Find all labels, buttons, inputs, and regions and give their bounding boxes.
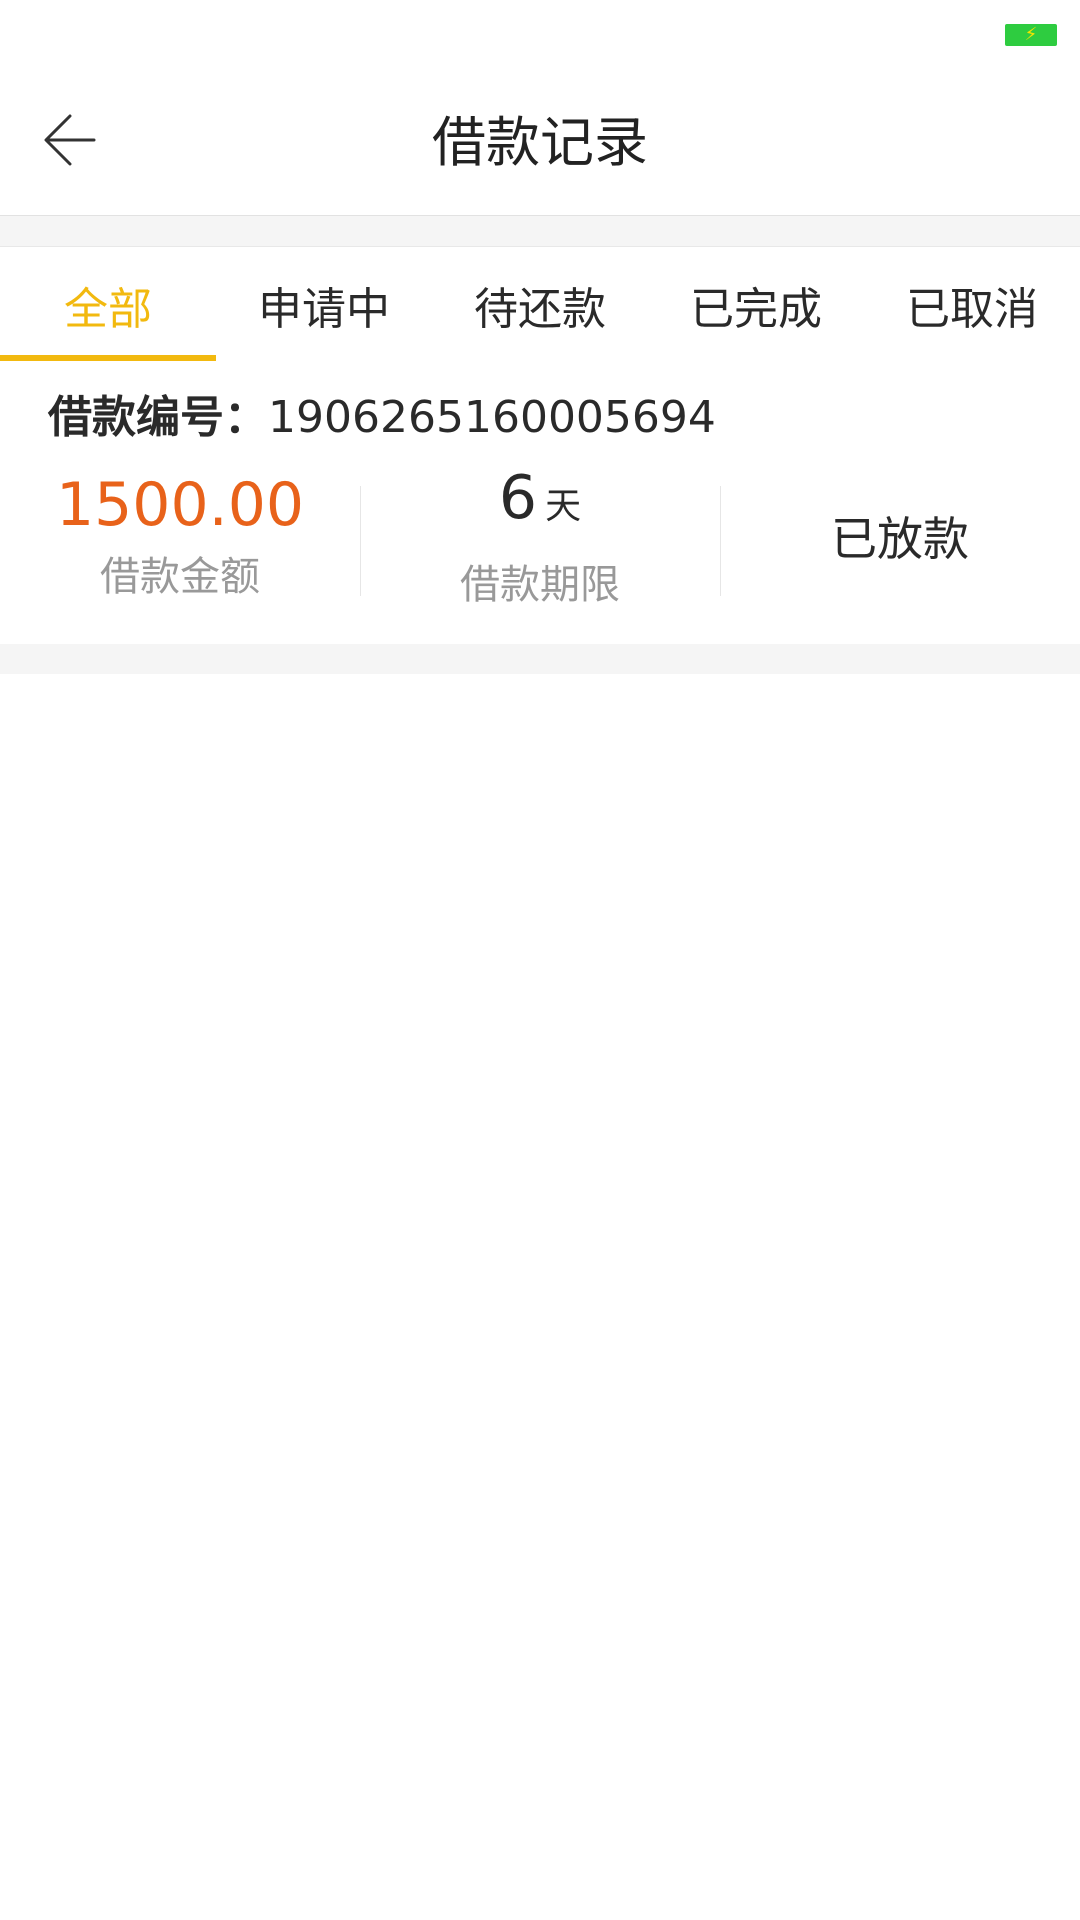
loan-status-stat: 已放款 — [720, 461, 1080, 611]
tab-pending-repayment[interactable]: 待还款 — [432, 248, 648, 361]
loan-number-value: 1906265160005694 — [268, 392, 716, 443]
tab-bar: 全部 申请中 待还款 已完成 已取消 — [0, 248, 1080, 361]
tab-label: 已取消 — [906, 283, 1038, 335]
back-button[interactable] — [30, 100, 110, 180]
loan-amount-value: 1500.00 — [55, 470, 305, 540]
tab-label: 待还款 — [474, 283, 606, 335]
tab-completed[interactable]: 已完成 — [648, 248, 864, 361]
loan-stats: 1500.00 借款金额 6天 借款期限 已放款 — [0, 461, 1080, 611]
section-divider — [0, 644, 1080, 674]
loan-number-label: 借款编号： — [48, 392, 268, 443]
loan-number-row: 借款编号：1906265160005694 — [48, 383, 716, 453]
navigation-bar: 借款记录 — [0, 70, 1080, 216]
tab-cancelled[interactable]: 已取消 — [864, 248, 1080, 361]
tab-label: 申请中 — [258, 283, 390, 335]
loan-status: 已放款 — [831, 512, 969, 566]
loan-term-stat: 6天 借款期限 — [360, 461, 720, 611]
loan-term-label: 借款期限 — [460, 561, 620, 608]
loan-amount-label: 借款金额 — [100, 554, 260, 600]
arrow-left-icon — [44, 114, 96, 166]
loan-term-value-row: 6天 — [499, 458, 581, 553]
battery-charging-icon: ⚡ — [1005, 24, 1057, 46]
tab-applying[interactable]: 申请中 — [216, 248, 432, 361]
loan-term-value: 6 — [498, 462, 538, 533]
status-bar: ⚡ — [0, 0, 1080, 70]
page-title: 借款记录 — [432, 111, 648, 174]
section-divider — [0, 216, 1080, 247]
tab-all[interactable]: 全部 — [0, 248, 216, 361]
tab-label: 全部 — [64, 283, 152, 335]
loan-term-unit: 天 — [545, 485, 582, 527]
loan-amount-stat: 1500.00 借款金额 — [0, 461, 360, 611]
tab-label: 已完成 — [690, 283, 822, 335]
loan-record-card[interactable]: 借款编号：1906265160005694 1500.00 借款金额 6天 借款… — [0, 361, 1080, 644]
